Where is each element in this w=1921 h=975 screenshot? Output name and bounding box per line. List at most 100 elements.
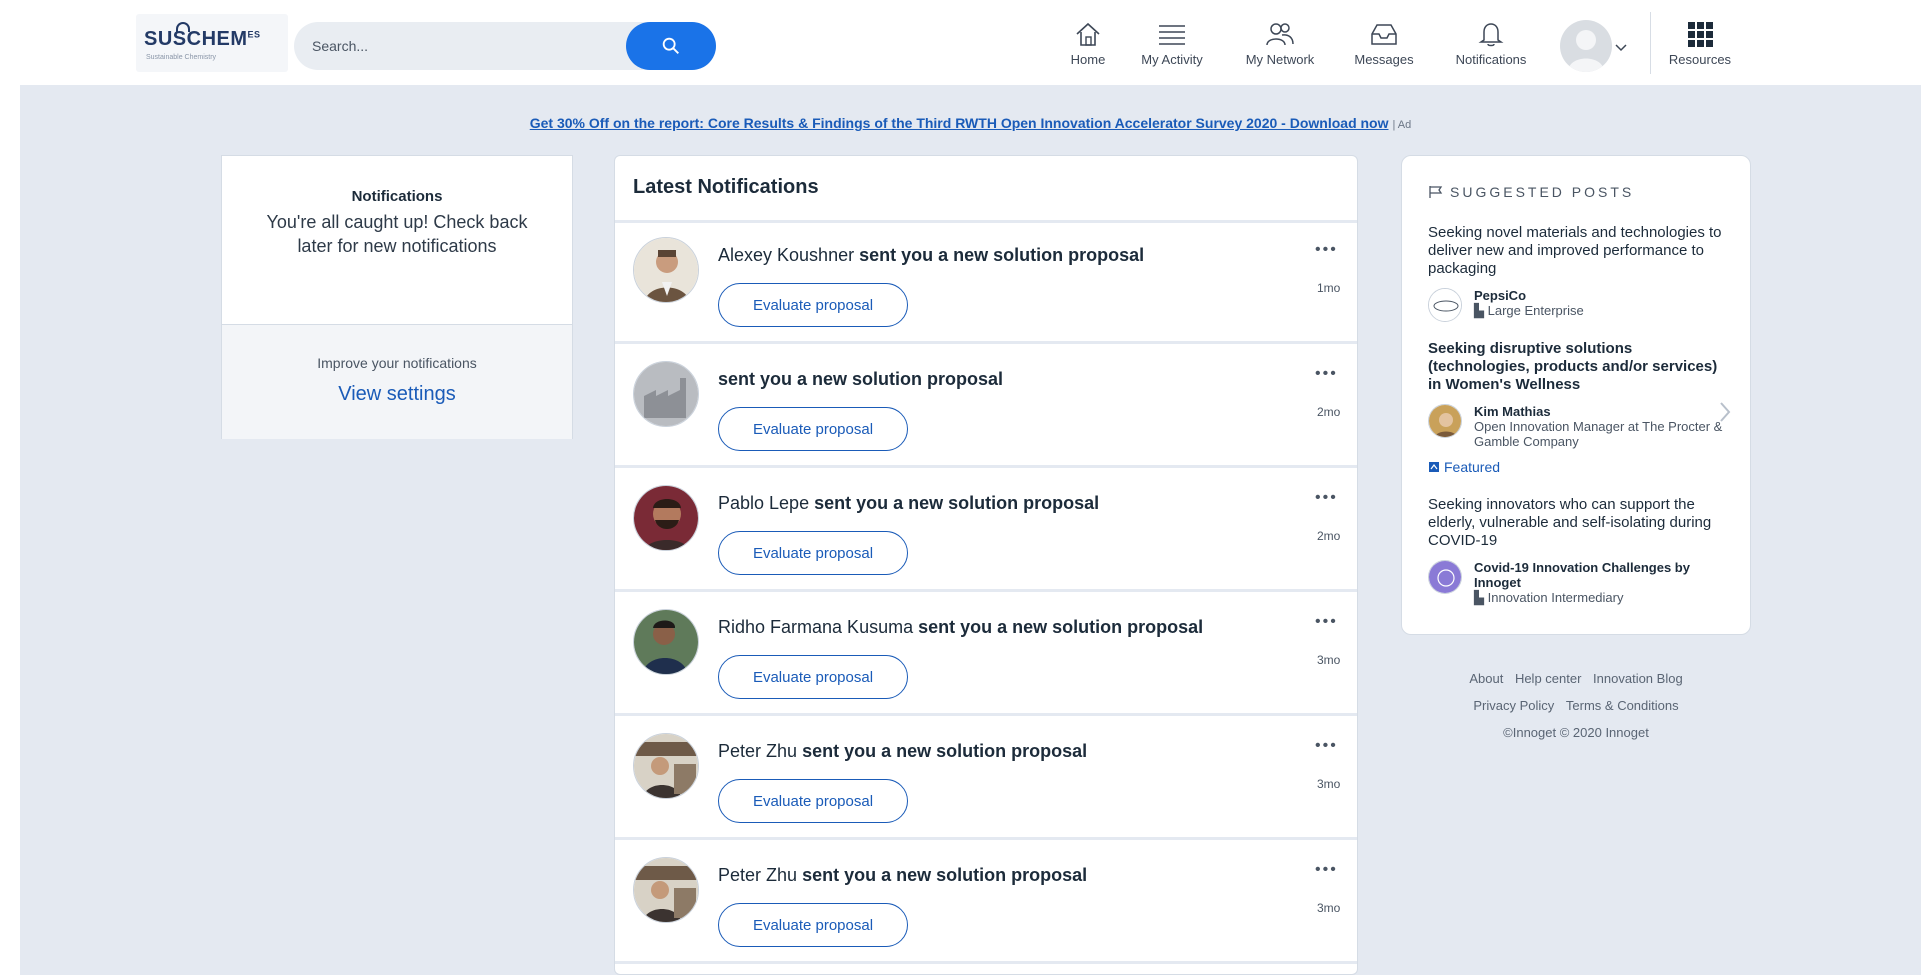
improve-notifications-text: Improve your notifications [317,355,477,371]
nav-notifications-label: Notifications [1455,52,1527,67]
suggested-posts-panel: Suggested posts Seeking novel materials … [1401,155,1751,635]
notification-sender[interactable]: Peter Zhu [718,865,797,885]
divider [615,713,1357,716]
ad-link[interactable]: Get 30% Off on the report: Core Results … [530,115,1389,131]
suggested-post: Seeking novel materials and technologies… [1428,224,1728,322]
evaluate-proposal-button[interactable]: Evaluate proposal [718,531,908,575]
avatar[interactable] [633,733,699,799]
notification-time: 2mo [1317,405,1341,419]
post-author[interactable]: Covid-19 Innovation Challenges by Innoge… [1474,560,1728,590]
notification-sender[interactable]: Alexey Koushner [718,245,854,265]
company-avatar[interactable] [633,361,699,427]
avatar[interactable] [633,857,699,923]
divider [615,589,1357,592]
evaluate-proposal-button[interactable]: Evaluate proposal [718,779,908,823]
latest-notifications-feed: Latest Notifications Alexey Koushner sen… [614,155,1358,975]
notification-item: Peter Zhu sent you a new solution propos… [615,843,1357,964]
featured-label: Featured [1444,459,1501,475]
footer-link-privacy[interactable]: Privacy Policy [1473,698,1554,713]
company-logo[interactable] [1428,560,1462,594]
ad-banner: Get 30% Off on the report: Core Results … [20,115,1921,131]
divider [615,341,1357,344]
activity-icon [1159,25,1185,45]
avatar[interactable] [633,485,699,551]
notifications-summary-panel: Notifications You're all caught up! Chec… [221,155,573,439]
building-icon: ▙ [1474,303,1484,318]
more-options-icon[interactable]: ••• [1315,613,1338,631]
post-author[interactable]: Kim Mathias [1474,404,1728,419]
footer-link-blog[interactable]: Innovation Blog [1593,671,1683,686]
notification-sender[interactable]: Peter Zhu [718,741,797,761]
nav-my-activity-label: My Activity [1141,52,1203,67]
view-settings-link[interactable]: View settings [222,383,572,406]
author-role: Open Innovation Manager at The Procter &… [1474,419,1723,449]
logo-text: SUSCHEM [144,28,248,50]
nav-resources-label: Resources [1668,52,1732,67]
nav-my-network-label: My Network [1245,52,1315,67]
notification-time: 3mo [1317,777,1341,791]
search-bar [294,22,716,70]
chevron-right-icon[interactable] [1718,400,1732,429]
suggested-post-title[interactable]: Seeking novel materials and technologies… [1428,224,1728,278]
search-button[interactable] [626,22,716,70]
notification-action: sent you a new solution proposal [802,741,1088,761]
more-options-icon[interactable]: ••• [1315,241,1338,259]
suggested-post-title[interactable]: Seeking disruptive solutions (technologi… [1428,340,1728,394]
footer-link-about[interactable]: About [1469,671,1503,686]
logo-superscript: ES [247,29,261,40]
nav-messages[interactable]: Messages [1346,20,1422,72]
footer-link-terms[interactable]: Terms & Conditions [1566,698,1679,713]
more-options-icon[interactable]: ••• [1315,365,1338,383]
evaluate-proposal-button[interactable]: Evaluate proposal [718,407,908,451]
chevron-down-icon[interactable] [1614,40,1628,58]
avatar[interactable] [1428,404,1462,438]
nav-my-activity[interactable]: My Activity [1132,20,1212,72]
avatar[interactable] [633,609,699,675]
notification-time: 1mo [1317,281,1341,295]
flag-icon [1429,186,1443,198]
evaluate-proposal-button[interactable]: Evaluate proposal [718,903,908,947]
notification-item: Peter Zhu sent you a new solution propos… [615,719,1357,840]
user-placeholder-icon [1568,30,1604,72]
notification-item: Ridho Farmana Kusuma sent you a new solu… [615,595,1357,716]
user-avatar[interactable] [1560,20,1612,72]
notification-action: sent you a new solution proposal [918,617,1204,637]
author-type: Innovation Intermediary [1487,590,1624,605]
building-icon: ▙ [1474,590,1484,605]
post-author[interactable]: PepsiCo [1474,288,1584,303]
footer-link-help[interactable]: Help center [1515,671,1581,686]
notification-sender[interactable]: Pablo Lepe [718,493,809,513]
grid-icon [1688,22,1713,47]
notification-action: sent you a new solution proposal [859,245,1145,265]
notification-item: Alexey Koushner sent you a new solution … [615,223,1357,344]
notification-item: Pablo Lepe sent you a new solution propo… [615,471,1357,592]
suggested-posts-heading: Suggested posts [1450,184,1635,200]
caught-up-message: You're all caught up! Check back later f… [266,212,528,256]
notification-settings-section: Improve your notifications View settings [222,324,572,439]
footer-links: About Help center Innovation Blog Privac… [1401,665,1751,746]
bell-icon [1478,23,1504,47]
copyright: ©Innoget © 2020 Innoget [1503,725,1649,740]
avatar[interactable] [633,237,699,303]
more-options-icon[interactable]: ••• [1315,489,1338,507]
notification-sender[interactable]: Ridho Farmana Kusuma [718,617,913,637]
network-icon [1266,23,1294,46]
evaluate-proposal-button[interactable]: Evaluate proposal [718,283,908,327]
suschem-logo[interactable]: SUSCHEMES Sustainable Chemistry [136,14,288,72]
logo-subtitle: Sustainable Chemistry [146,54,217,61]
nav-resources[interactable]: Resources [1660,20,1740,72]
messages-icon [1371,24,1397,45]
more-options-icon[interactable]: ••• [1315,861,1338,879]
notification-time: 3mo [1317,653,1341,667]
featured-icon [1429,462,1439,472]
suggested-post-title[interactable]: Seeking innovators who can support the e… [1428,496,1728,550]
more-options-icon[interactable]: ••• [1315,737,1338,755]
nav-notifications[interactable]: Notifications [1446,20,1536,72]
search-input[interactable] [312,34,612,58]
company-logo[interactable] [1428,288,1462,322]
nav-home[interactable]: Home [1064,20,1112,72]
nav-my-network[interactable]: My Network [1236,20,1324,72]
nav-divider [1650,12,1651,74]
evaluate-proposal-button[interactable]: Evaluate proposal [718,655,908,699]
top-navigation-bar: SUSCHEMES Sustainable Chemistry Home My … [0,0,1921,85]
